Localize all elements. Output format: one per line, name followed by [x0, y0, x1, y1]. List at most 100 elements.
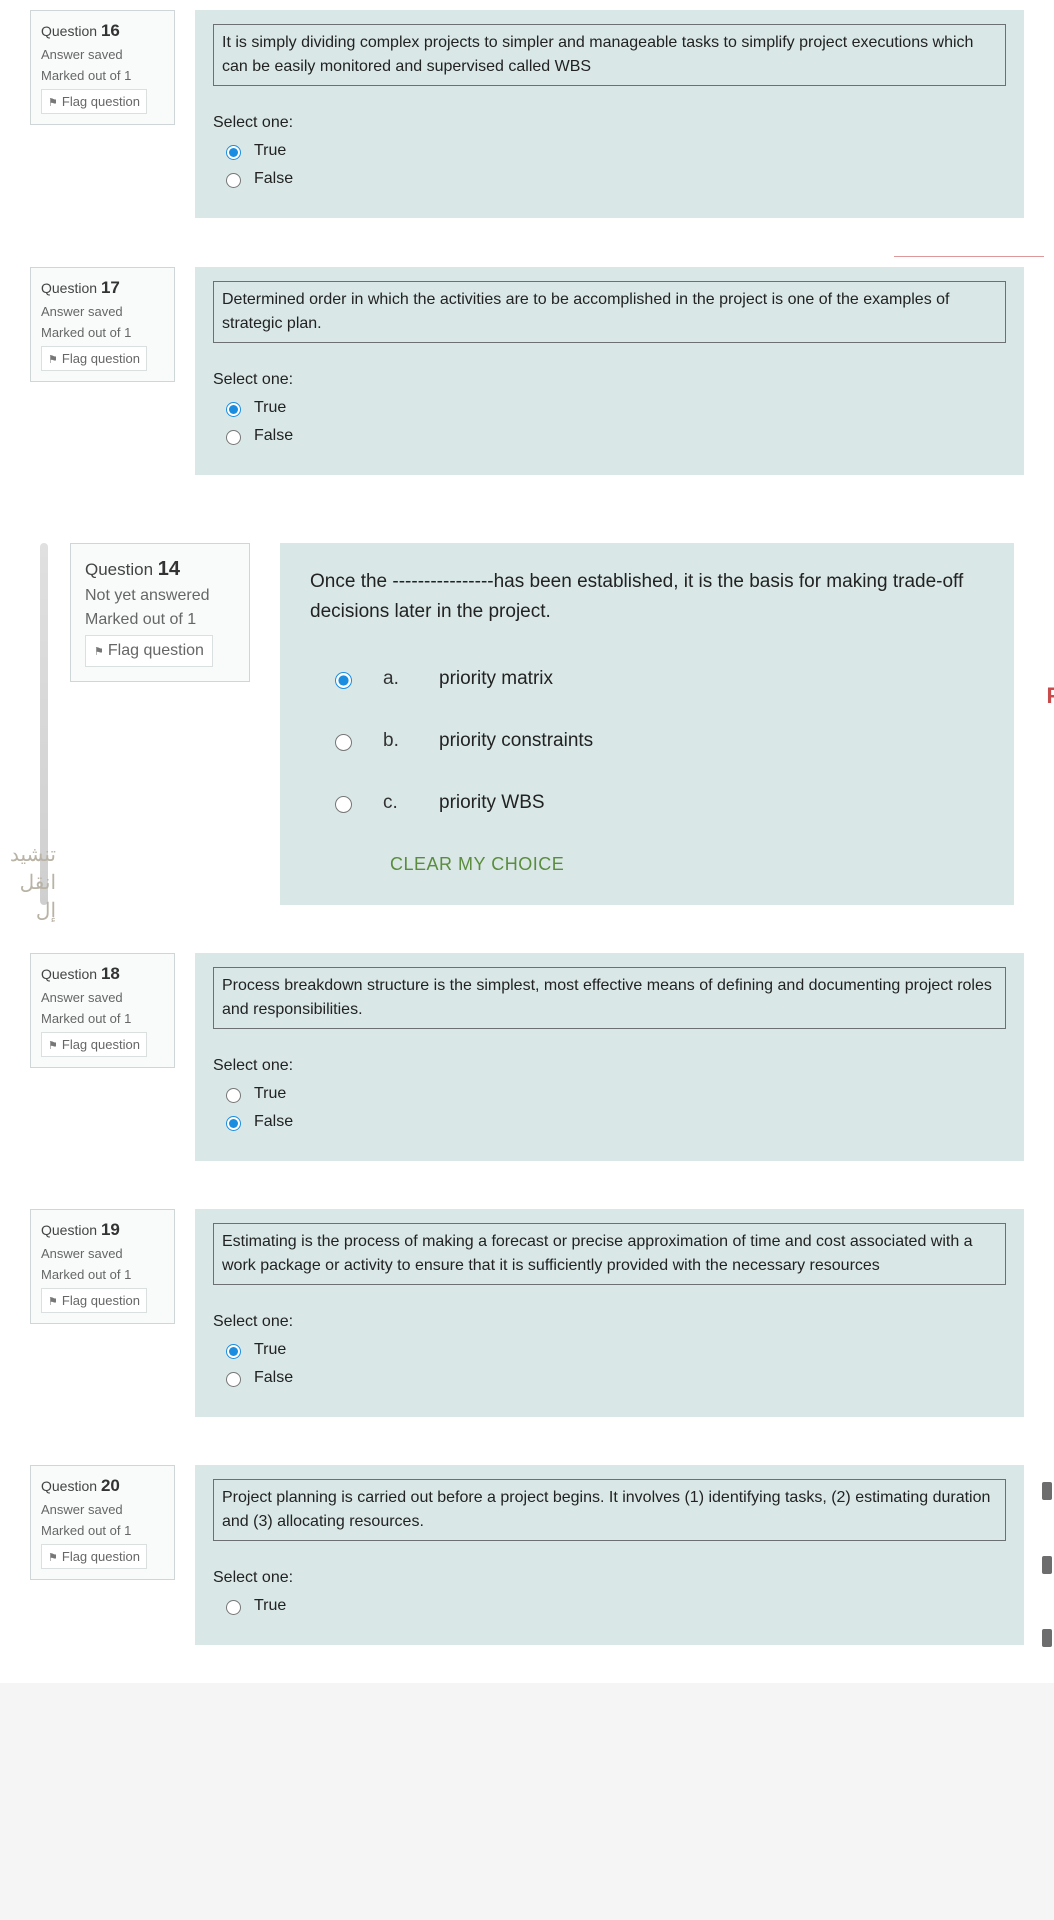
flag-question-button[interactable]: Flag question [41, 89, 147, 114]
question-content: It is simply dividing complex projects t… [195, 10, 1024, 218]
question-marks: Marked out of 1 [41, 1523, 164, 1538]
edge-mark-icon [1042, 1482, 1052, 1500]
question-title: Question 17 [41, 278, 164, 298]
question-title: Question 20 [41, 1476, 164, 1496]
option-true-label: True [254, 399, 286, 417]
question-stem: Once the ----------------has been establ… [310, 567, 984, 628]
question-number: 16 [101, 21, 120, 40]
question-title: Question 19 [41, 1220, 164, 1240]
select-one-label: Select one: [213, 1057, 1006, 1075]
question-number: 14 [158, 558, 180, 580]
mc-option[interactable]: a.priority matrix [330, 668, 984, 690]
radio-true[interactable] [226, 1600, 241, 1615]
option-true-label: True [254, 1597, 286, 1615]
question-word: Question [41, 1222, 101, 1238]
flag-question-button[interactable]: Flag question [41, 346, 147, 371]
question-word: Question [41, 1478, 101, 1494]
flag-question-button[interactable]: Flag question [41, 1032, 147, 1057]
question-state: Answer saved [41, 1502, 164, 1517]
option-false-label: False [254, 427, 293, 445]
question-marks: Marked out of 1 [85, 611, 235, 629]
question-word: Question [41, 280, 101, 296]
option-false[interactable]: False [221, 1369, 1006, 1387]
question-title: Question 14 [85, 558, 235, 581]
mc-radio[interactable] [335, 796, 352, 813]
question-number: 20 [101, 1476, 120, 1495]
question-content: Project planning is carried out before a… [195, 1465, 1024, 1645]
question-row: Question 18 Answer saved Marked out of 1 Fl… [0, 943, 1054, 1199]
flag-question-button[interactable]: Flag question [41, 1288, 147, 1313]
question-info-box: Question 19 Answer saved Marked out of 1 Fl… [30, 1209, 175, 1324]
option-false[interactable]: False [221, 170, 1006, 188]
mc-letter: c. [383, 792, 411, 814]
question-row: Question 20 Answer saved Marked out of 1 Fl… [0, 1455, 1054, 1683]
question-marks: Marked out of 1 [41, 68, 164, 83]
option-true[interactable]: True [221, 1597, 1006, 1615]
mc-letter: b. [383, 730, 411, 752]
question-row: Question 19 Answer saved Marked out of 1 Fl… [0, 1199, 1054, 1455]
question-row: Question 17 Answer saved Marked out of 1 Fl… [0, 257, 1054, 513]
question-content: Process breakdown structure is the simpl… [195, 953, 1024, 1161]
option-true[interactable]: True [221, 1341, 1006, 1359]
option-false-label: False [254, 1113, 293, 1131]
edge-mark-icon [1042, 1629, 1052, 1647]
question-info-box: Question 18 Answer saved Marked out of 1 Fl… [30, 953, 175, 1068]
mc-text: priority matrix [439, 668, 553, 690]
mc-text: priority constraints [439, 730, 593, 752]
side-arabic-note: تنشيد انقل إل [0, 841, 60, 925]
question-state: Not yet answered [85, 587, 235, 605]
select-one-label: Select one: [213, 1569, 1006, 1587]
question-number: 18 [101, 964, 120, 983]
option-false[interactable]: False [221, 1113, 1006, 1131]
flag-question-button[interactable]: Flag question [41, 1544, 147, 1569]
radio-false[interactable] [226, 1116, 241, 1131]
radio-false[interactable] [226, 1372, 241, 1387]
radio-true[interactable] [226, 1088, 241, 1103]
option-false[interactable]: False [221, 427, 1006, 445]
question-word: Question [85, 560, 158, 579]
question-row: Question 16Answer savedMarked out of 1Fl… [0, 0, 1054, 256]
question-marks: Marked out of 1 [41, 1267, 164, 1282]
question-title: Question 18 [41, 964, 164, 984]
clear-choice-link[interactable]: CLEAR MY CHOICE [390, 854, 984, 875]
question-info-box: Question 20 Answer saved Marked out of 1 Fl… [30, 1465, 175, 1580]
question-state: Answer saved [41, 990, 164, 1005]
edge-marks [1042, 1455, 1052, 1675]
question-content: Estimating is the process of making a fo… [195, 1209, 1024, 1417]
option-true[interactable]: True [221, 1085, 1006, 1103]
select-one-label: Select one: [213, 114, 1006, 132]
question-state: Answer saved [41, 304, 164, 319]
question-marks: Marked out of 1 [41, 1011, 164, 1026]
radio-false[interactable] [226, 173, 241, 188]
select-one-label: Select one: [213, 1313, 1006, 1331]
radio-true[interactable] [226, 402, 241, 417]
option-true[interactable]: True [221, 399, 1006, 417]
question-info-box: Question 14 Not yet answered Marked out of… [70, 543, 250, 682]
question-info-box: Question 16Answer savedMarked out of 1Fl… [30, 10, 175, 125]
mc-option[interactable]: b. priority constraints [330, 730, 984, 752]
select-one-label: Select one: [213, 371, 1006, 389]
question-row: Question 14 Not yet answered Marked out of… [0, 513, 1054, 943]
radio-true[interactable] [226, 145, 241, 160]
option-true-label: True [254, 142, 286, 160]
flag-question-button[interactable]: Flag question [85, 635, 213, 667]
option-true[interactable]: True [221, 142, 1006, 160]
option-false-label: False [254, 1369, 293, 1387]
option-true-label: True [254, 1341, 286, 1359]
radio-true[interactable] [226, 1344, 241, 1359]
question-state: Answer saved [41, 1246, 164, 1261]
mc-option[interactable]: c.priority WBS [330, 792, 984, 814]
mc-radio[interactable] [335, 734, 352, 751]
radio-false[interactable] [226, 430, 241, 445]
question-number: 19 [101, 1220, 120, 1239]
question-content: Once the ----------------has been establ… [280, 543, 1014, 905]
question-marks: Marked out of 1 [41, 325, 164, 340]
question-content: Determined order in which the activities… [195, 267, 1024, 475]
question-word: Question [41, 966, 101, 982]
mc-radio[interactable] [335, 672, 352, 689]
right-cutoff-letter: F [1047, 683, 1054, 709]
edge-mark-icon [1042, 1556, 1052, 1574]
question-number: 17 [101, 278, 120, 297]
option-true-label: True [254, 1085, 286, 1103]
question-stem: Estimating is the process of making a fo… [213, 1223, 1006, 1285]
